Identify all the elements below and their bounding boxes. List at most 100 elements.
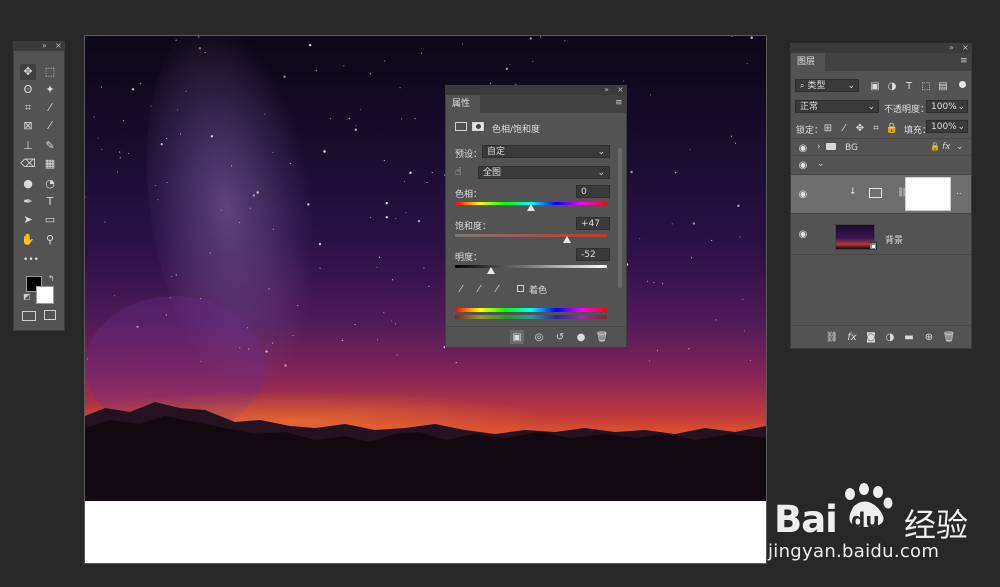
close-icon[interactable]: × — [962, 43, 969, 52]
lock-transparent-icon[interactable]: ⊞ — [821, 121, 835, 135]
layer-row-adjustment[interactable]: ◉ ↓ ⛓ .. — [791, 175, 971, 214]
layer-name[interactable]: 背景 — [885, 233, 903, 246]
new-group-icon[interactable]: ▬ — [902, 330, 916, 344]
lock-position-icon[interactable]: ✥ — [853, 121, 867, 135]
chevron-down-icon[interactable]: ⌄ — [956, 142, 964, 152]
blend-mode-dropdown[interactable]: 正常 ⌄ — [795, 100, 879, 113]
path-select-icon[interactable]: ➤ — [20, 212, 36, 228]
lock-artboard-icon[interactable]: ⌗ — [869, 121, 883, 135]
magic-wand-icon[interactable]: ✦ — [42, 82, 58, 98]
default-colors-icon[interactable]: ◩ — [23, 292, 31, 301]
channel-dropdown[interactable]: 全图 ⌄ — [478, 166, 610, 179]
eye-icon[interactable]: ◉ — [797, 188, 809, 200]
fill-input[interactable]: 100% ⌄ — [926, 120, 968, 133]
filter-shape-icon[interactable]: ⬚ — [919, 79, 933, 93]
document-canvas[interactable] — [84, 35, 767, 564]
filter-smart-object-icon[interactable]: ▤ — [936, 79, 950, 93]
lightness-value-input[interactable]: -52 — [576, 248, 610, 261]
view-previous-icon[interactable]: ◎ — [532, 330, 546, 344]
eyedropper-icon[interactable]: ⁄ — [454, 282, 468, 296]
layer-name[interactable]: BG — [845, 143, 858, 153]
crop-icon[interactable]: ⌗ — [20, 100, 36, 116]
swap-colors-icon[interactable]: ↰ — [48, 274, 55, 283]
lasso-icon[interactable]: ʘ — [20, 82, 36, 98]
eraser-icon[interactable]: ⌫ — [20, 156, 36, 172]
layers-panel-header[interactable]: » × — [791, 43, 971, 53]
new-adjustment-icon[interactable]: ◑ — [883, 330, 897, 344]
chevron-right-icon[interactable]: › — [817, 142, 821, 152]
marquee-icon[interactable]: ⬚ — [42, 64, 58, 80]
stamp-icon[interactable]: ⊥ — [20, 138, 36, 154]
close-icon[interactable]: × — [617, 85, 624, 94]
targeted-adjustment-hand-icon[interactable]: ☝ — [455, 165, 462, 178]
layer-filter-dropdown[interactable]: ⌕ 类型 ⌄ — [795, 79, 859, 92]
fx-icon[interactable]: fx — [845, 330, 859, 344]
properties-panel-header[interactable]: » × — [446, 85, 626, 95]
collapse-icon[interactable]: » — [42, 41, 47, 50]
add-mask-icon[interactable]: ◙ — [864, 330, 878, 344]
layer-row-group[interactable]: ◉ › BG 🔒 fx ⌄ — [791, 138, 971, 156]
mask-icon[interactable] — [472, 122, 484, 131]
filter-type-icon[interactable]: T — [902, 79, 916, 93]
collapse-icon[interactable]: » — [604, 85, 609, 94]
rectangle-icon[interactable]: ▭ — [42, 212, 58, 228]
frame-icon[interactable]: ⊠ — [20, 118, 36, 134]
eye-icon[interactable]: ◉ — [797, 159, 809, 171]
layer-row-background[interactable]: ◉ ▣ 背景 — [791, 214, 971, 255]
collapse-icon[interactable]: » — [949, 43, 954, 52]
eyedropper-icon[interactable]: ⁄ — [42, 100, 58, 116]
filter-adjustment-icon[interactable]: ◑ — [885, 79, 899, 93]
lightness-slider-track[interactable] — [455, 265, 607, 268]
eye-icon[interactable]: ◉ — [797, 228, 809, 240]
hue-value-input[interactable]: 0 — [576, 185, 610, 198]
saturation-value-input[interactable]: +47 — [576, 217, 610, 230]
zoom-icon[interactable]: ⚲ — [42, 232, 58, 248]
hue-slider-thumb[interactable] — [527, 204, 535, 211]
new-layer-icon[interactable]: ⊕ — [922, 330, 936, 344]
close-icon[interactable]: × — [55, 41, 62, 50]
lightness-slider-thumb[interactable] — [487, 267, 496, 274]
blur-icon[interactable]: ● — [20, 176, 36, 192]
filter-toggle-icon[interactable] — [959, 81, 966, 88]
more-tools-icon[interactable]: ••• — [20, 252, 42, 268]
panel-menu-icon[interactable]: ≡ — [615, 98, 623, 108]
visibility-icon[interactable]: ● — [574, 330, 588, 344]
saturation-slider-track[interactable] — [455, 234, 607, 237]
reset-icon[interactable]: ↺ — [553, 330, 567, 344]
eye-icon[interactable]: ◉ — [797, 142, 809, 154]
chevron-down-icon[interactable]: ⌄ — [817, 159, 825, 169]
star — [360, 109, 362, 111]
pen-icon[interactable]: ✒ — [20, 194, 36, 210]
type-icon[interactable]: T — [42, 194, 58, 210]
brush-icon[interactable]: ⁄ — [42, 118, 58, 134]
link-layers-icon[interactable]: ⛓ — [825, 330, 839, 344]
background-color-swatch[interactable] — [36, 286, 54, 304]
properties-scrollbar[interactable] — [618, 148, 622, 288]
layer-row-group-contents[interactable]: ◉ ⌄ — [791, 156, 971, 175]
lock-all-icon[interactable]: 🔒 — [885, 121, 899, 135]
delete-icon[interactable]: 🗑 — [595, 330, 609, 344]
dodge-icon[interactable]: ◔ — [42, 176, 58, 192]
screen-mode-icon[interactable] — [44, 310, 56, 320]
opacity-input[interactable]: 100% ⌄ — [926, 100, 968, 113]
tools-panel-header[interactable]: » × — [14, 41, 64, 51]
delete-icon[interactable]: 🗑 — [942, 330, 956, 344]
quick-mask-icon[interactable] — [22, 311, 36, 321]
panel-menu-icon[interactable]: ≡ — [960, 56, 968, 66]
history-brush-icon[interactable]: ✎ — [42, 138, 58, 154]
hand-icon[interactable]: ✋ — [20, 232, 36, 248]
gradient-icon[interactable]: ▦ — [42, 156, 58, 172]
eyedropper-plus-icon[interactable]: ⁄ — [472, 282, 486, 296]
clip-to-layer-icon[interactable]: ▣ — [510, 330, 524, 344]
saturation-slider-thumb[interactable] — [562, 236, 571, 243]
eyedropper-minus-icon[interactable]: ⁄ — [490, 282, 504, 296]
fx-icon[interactable]: fx — [942, 142, 951, 152]
tab-layers[interactable]: 图层 — [791, 53, 825, 71]
lock-image-icon[interactable]: ⁄ — [837, 121, 851, 135]
layer-mask-thumbnail[interactable] — [905, 177, 951, 211]
preset-dropdown[interactable]: 自定 ⌄ — [482, 145, 610, 158]
filter-pixel-icon[interactable]: ▣ — [868, 79, 882, 93]
move-icon[interactable]: ✥ — [20, 64, 36, 80]
colorize-checkbox[interactable] — [517, 285, 524, 292]
tab-properties[interactable]: 属性 — [446, 95, 480, 113]
